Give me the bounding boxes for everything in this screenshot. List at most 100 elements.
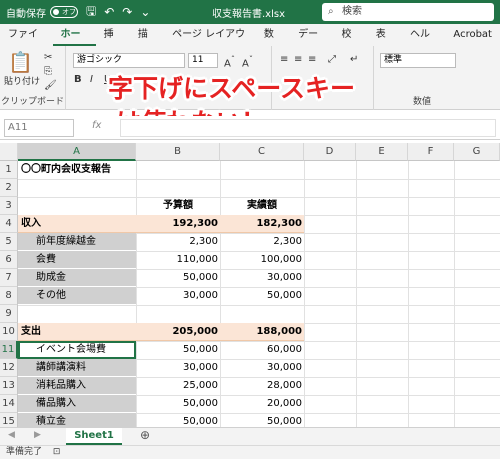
col-header-d[interactable]: D	[304, 143, 356, 161]
orientation-icon[interactable]: ⤢	[328, 54, 336, 65]
tab-file[interactable]: ファイル	[0, 24, 53, 62]
income-item-budget[interactable]: 110,000	[136, 251, 218, 269]
expense-budget-cell[interactable]: 205,000	[136, 323, 218, 341]
row-header[interactable]: 2	[0, 179, 18, 197]
cut-icon[interactable]: ✂	[44, 52, 52, 63]
align-top-icon[interactable]: ≡	[280, 54, 288, 65]
expense-item-actual[interactable]: 50,000	[220, 413, 302, 427]
expense-label-cell[interactable]: 支出	[21, 323, 41, 341]
expense-item-budget[interactable]: 30,000	[136, 359, 218, 377]
income-item-label[interactable]: 会費	[36, 251, 56, 269]
income-item-actual[interactable]: 2,300	[220, 233, 302, 251]
row-header[interactable]: 15	[0, 413, 18, 427]
header-budget-cell[interactable]: 予算額	[136, 197, 220, 215]
col-header-f[interactable]: F	[408, 143, 454, 161]
bold-icon[interactable]: B	[74, 74, 82, 85]
income-item-label[interactable]: 助成金	[36, 269, 66, 287]
row-header[interactable]: 9	[0, 305, 18, 323]
customize-dropdown-icon[interactable]: ⌄	[140, 5, 150, 19]
undo-icon[interactable]: ↶	[104, 5, 114, 19]
tab-help[interactable]: ヘルプ	[402, 24, 445, 62]
expense-item-label[interactable]: 消耗品購入	[36, 377, 86, 395]
expense-item-label[interactable]: イベント会場費	[36, 341, 106, 359]
paste-button[interactable]: 貼り付け	[4, 74, 40, 87]
income-item-budget[interactable]: 2,300	[136, 233, 218, 251]
row-header[interactable]: 6	[0, 251, 18, 269]
income-item-actual[interactable]: 50,000	[220, 287, 302, 305]
expense-item-actual[interactable]: 20,000	[220, 395, 302, 413]
income-item-label[interactable]: その他	[36, 287, 66, 305]
align-middle-icon[interactable]: ≡	[294, 54, 302, 65]
expense-item-actual[interactable]: 30,000	[220, 359, 302, 377]
spreadsheet-grid[interactable]: A B C D E F G 1 2 3 4 5 6 7 8 9 10 11 12…	[0, 143, 500, 427]
expense-item-actual[interactable]: 28,000	[220, 377, 302, 395]
row-header[interactable]: 10	[0, 323, 18, 341]
income-item-budget[interactable]: 30,000	[136, 287, 218, 305]
sheet-tab-sheet1[interactable]: Sheet1	[66, 428, 122, 445]
tab-acrobat[interactable]: Acrobat	[445, 24, 500, 46]
align-bottom-icon[interactable]: ≡	[308, 54, 316, 65]
col-header-b[interactable]: B	[136, 143, 220, 161]
scroll-left-icon[interactable]: ◀	[8, 430, 15, 440]
expense-item-label[interactable]: 備品購入	[36, 395, 76, 413]
autosave-toggle[interactable]: オフ	[50, 6, 78, 18]
row-header[interactable]: 14	[0, 395, 18, 413]
row-header[interactable]: 7	[0, 269, 18, 287]
row-header[interactable]: 12	[0, 359, 18, 377]
tab-data[interactable]: データ	[290, 24, 333, 62]
expense-item-budget[interactable]: 50,000	[136, 395, 218, 413]
copy-icon[interactable]: ⎘	[44, 66, 52, 77]
tab-review[interactable]: 校閲	[334, 24, 368, 62]
accessibility-icon[interactable]: ⊡	[53, 447, 61, 457]
col-header-a[interactable]: A	[18, 143, 136, 161]
expense-item-budget[interactable]: 50,000	[136, 341, 218, 359]
header-actual-cell[interactable]: 実績額	[220, 197, 304, 215]
search-input[interactable]: ⌕ 検索	[322, 3, 494, 21]
income-item-actual[interactable]: 30,000	[220, 269, 302, 287]
income-item-actual[interactable]: 100,000	[220, 251, 302, 269]
wrap-text-icon[interactable]: ↵	[350, 54, 358, 65]
paste-icon[interactable]: 📋	[8, 50, 33, 74]
add-sheet-icon[interactable]: ⊕	[140, 428, 150, 442]
expense-item-budget[interactable]: 50,000	[136, 413, 218, 427]
row-header[interactable]: 4	[0, 215, 18, 233]
row-header[interactable]: 5	[0, 233, 18, 251]
format-painter-icon[interactable]: 🖌	[44, 80, 57, 91]
select-all-corner[interactable]	[0, 143, 18, 161]
col-header-c[interactable]: C	[220, 143, 304, 161]
col-header-g[interactable]: G	[454, 143, 500, 161]
income-item-label[interactable]: 前年度繰越金	[36, 233, 96, 251]
row-header-selected[interactable]: 11	[0, 341, 18, 359]
name-box[interactable]: A11	[4, 119, 74, 137]
save-icon[interactable]: 🖫	[86, 2, 96, 23]
formula-input[interactable]	[120, 119, 496, 137]
row-header[interactable]: 1	[0, 161, 18, 179]
income-label-cell[interactable]: 収入	[21, 215, 41, 233]
expense-item-label[interactable]: 講師講演料	[36, 359, 86, 377]
tab-view[interactable]: 表示	[368, 24, 402, 62]
col-header-e[interactable]: E	[356, 143, 408, 161]
row-header[interactable]: 13	[0, 377, 18, 395]
scroll-right-icon[interactable]: ▶	[34, 430, 41, 440]
expense-item-label[interactable]: 積立金	[36, 413, 66, 427]
fx-icon[interactable]: fx	[92, 120, 101, 131]
italic-icon[interactable]: I	[90, 74, 93, 85]
decrease-font-icon[interactable]: Aˇ	[242, 54, 253, 69]
income-item-budget[interactable]: 50,000	[136, 269, 218, 287]
redo-icon[interactable]: ↷	[122, 5, 132, 19]
tab-formulas[interactable]: 数式	[256, 24, 290, 62]
income-actual-cell[interactable]: 182,300	[220, 215, 302, 233]
tab-insert[interactable]: 挿入	[96, 24, 130, 62]
tab-page-layout[interactable]: ページ レイアウト	[164, 24, 256, 62]
font-size-select[interactable]: 11	[188, 53, 218, 68]
sheet-title-cell[interactable]: 〇〇町内会収支報告	[21, 161, 111, 179]
font-name-select[interactable]: 游ゴシック	[73, 53, 185, 68]
row-header[interactable]: 3	[0, 197, 18, 215]
increase-font-icon[interactable]: Aˆ	[224, 54, 235, 69]
row-header[interactable]: 8	[0, 287, 18, 305]
expense-item-actual[interactable]: 60,000	[220, 341, 302, 359]
number-format-select[interactable]: 標準	[380, 53, 456, 68]
expense-actual-cell[interactable]: 188,000	[220, 323, 302, 341]
income-budget-cell[interactable]: 192,300	[136, 215, 218, 233]
expense-item-budget[interactable]: 25,000	[136, 377, 218, 395]
